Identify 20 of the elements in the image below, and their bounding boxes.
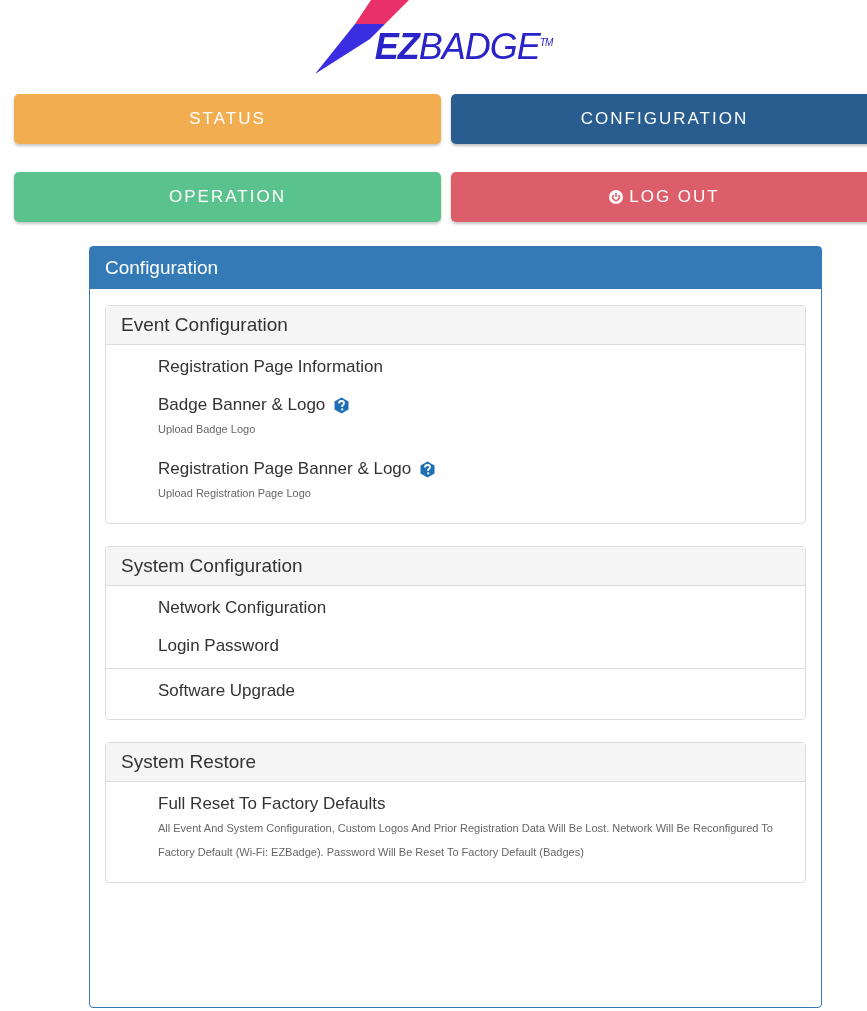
- section-title: Event Configuration: [121, 314, 288, 335]
- section-title: System Restore: [121, 751, 257, 772]
- settings-link[interactable]: Login Password: [158, 636, 279, 656]
- settings-link[interactable]: Registration Page Information: [158, 357, 383, 377]
- item-description: Upload Badge Logo: [158, 422, 257, 437]
- power-icon: [609, 190, 624, 204]
- help-icon[interactable]: [333, 396, 351, 414]
- settings-link[interactable]: Software Upgrade: [158, 681, 296, 701]
- item-description: All Event And System Configuration, Custom Logos And Prior Registration Data Will Be Lost. Network Will Be Reconfigured To Factory Default (Wi-Fi: EZBadge). Password Will Be Reset To Factory Default (Badges): [158, 821, 774, 860]
- settings-link[interactable]: Network Configuration: [158, 598, 327, 618]
- panel-title: Configuration: [105, 257, 219, 278]
- help-icon[interactable]: [419, 460, 437, 478]
- item-description: Upload Registration Page Logo: [158, 486, 312, 501]
- section-title: System Configuration: [121, 555, 303, 576]
- nav-button[interactable]: LOG OUT: [451, 172, 867, 222]
- settings-link[interactable]: Registration Page Banner & Logo: [158, 459, 412, 479]
- nav-button[interactable]: CONFIGURATION: [451, 94, 867, 144]
- settings-link[interactable]: Full Reset To Factory Defaults: [158, 794, 386, 814]
- settings-link[interactable]: Badge Banner & Logo: [158, 395, 326, 415]
- brand-name: EZBADGE$^{TM}$: [374, 26, 553, 68]
